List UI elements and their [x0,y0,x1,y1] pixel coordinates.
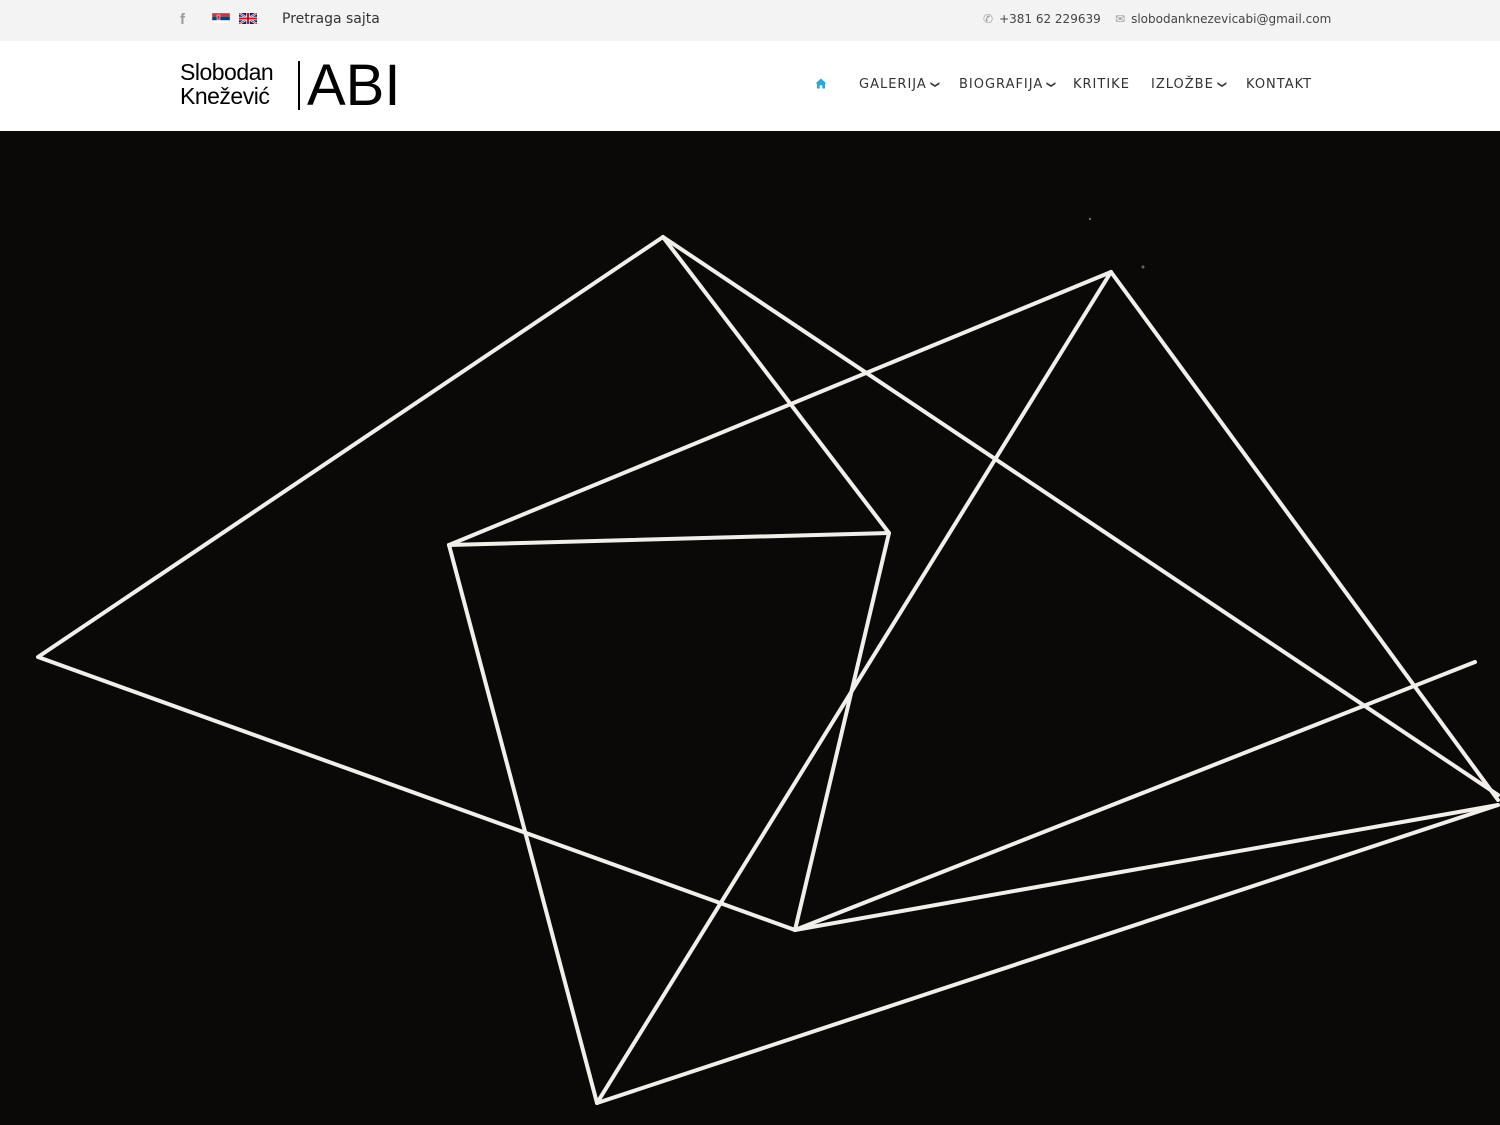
email-contact[interactable]: ✉ slobodanknezevicabi@gmail.com [1115,12,1331,26]
nav-home[interactable] [815,77,827,92]
nav-biografija[interactable]: BIOGRAFIJA ❯ [959,77,1056,92]
phone-number: +381 62 229639 [999,12,1101,26]
envelope-icon: ✉ [1115,12,1126,26]
artwork-speck [1088,217,1092,221]
nav-galerija-label: GALERIJA [859,77,927,92]
site-header: Slobodan Knežević ABI GALERIJA ❯ BIOGRAFI… [0,41,1500,131]
email-address: slobodanknezevicabi@gmail.com [1131,12,1332,26]
geometric-artwork [36,217,1500,1105]
logo-first-name: Slobodan [180,59,274,85]
nav-biografija-label: BIOGRAFIJA [959,77,1044,92]
hero-artwork [0,131,1500,1125]
chevron-down-icon: ❯ [1045,80,1056,90]
nav-izlozbe[interactable]: IZLOŽBE ❯ [1151,77,1227,92]
artwork-speck [1141,265,1145,269]
artwork-line [447,531,891,547]
nav-kontakt[interactable]: KONTAKT [1246,77,1312,92]
phone-icon: ✆ [983,12,994,26]
artwork-line [595,270,1113,1105]
nav-kontakt-label: KONTAKT [1246,77,1313,92]
logo-mark[interactable]: ABI [307,53,401,119]
logo[interactable]: Slobodan Knežević [180,59,274,109]
nav-kritike-label: KRITIKE [1073,77,1130,92]
artwork-line [793,660,1477,932]
nav-kritike[interactable]: KRITIKE [1073,77,1130,92]
english-flag-icon[interactable] [239,13,257,24]
nav-izlozbe-label: IZLOŽBE [1151,77,1214,92]
chevron-down-icon: ❯ [929,80,940,90]
facebook-icon[interactable]: f [180,11,185,28]
home-icon [815,78,827,89]
site-search-link[interactable]: Pretraga sajta [282,11,380,27]
chevron-down-icon: ❯ [1216,80,1227,90]
artwork-line [447,543,1500,1105]
logo-divider [298,61,300,110]
phone-contact[interactable]: ✆ +381 62 229639 [983,12,1101,26]
nav-galerija[interactable]: GALERIJA ❯ [859,77,940,92]
top-bar: f Pretraga sajta ✆ +381 62 229639 ✉ slobod… [0,0,1500,41]
serbian-flag-icon[interactable] [212,13,230,24]
logo-last-name: Knežević [180,83,270,109]
artwork-line [1109,270,1500,802]
artwork-line [661,235,891,932]
